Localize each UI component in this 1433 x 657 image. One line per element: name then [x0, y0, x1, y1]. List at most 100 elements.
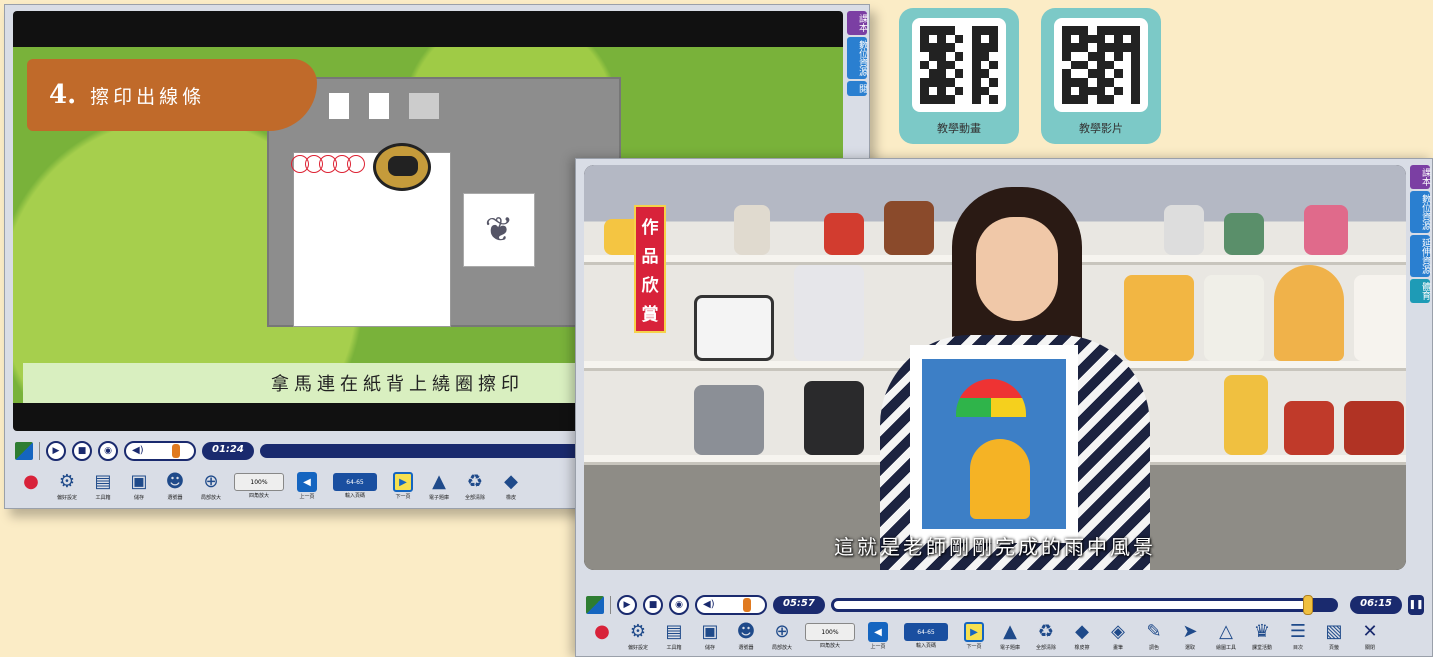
toolbar-button-prev-page[interactable]: ◀ 上一頁 [862, 621, 894, 650]
tab-digital-resources[interactable]: 數位資源 [847, 37, 867, 79]
next-page-icon: ▶ [393, 472, 413, 492]
toolbar-button-page-input[interactable]: 64-65 輸入頁碼 [327, 471, 383, 499]
toolbar-label: 電子題庫 [428, 495, 449, 501]
lesson-title-banner: 4. 擦印出線條 [27, 59, 317, 131]
current-time: 01:24 [202, 442, 254, 460]
playback-controls: ▶ ■ ◉ ◀) 05:57 06:15 ❚❚ [576, 591, 1432, 619]
record-button[interactable]: ◉ [669, 595, 689, 615]
qr-label: 教學動畫 [937, 122, 981, 135]
qr-card-video[interactable]: 教學影片 [1041, 8, 1161, 144]
toolbar-button-toolbox[interactable]: ▤ 工具箱 [658, 621, 690, 651]
pause-button[interactable]: ❚❚ [1408, 595, 1424, 615]
toolbar-button-menu[interactable]: ☰ 目次 [1282, 621, 1314, 651]
stop-button[interactable]: ■ [643, 595, 663, 615]
toolbar-button-eraser[interactable]: ◆ 橡皮擦 [1066, 621, 1098, 651]
toolbar-button-trash[interactable]: ♻ 全部清除 [459, 471, 491, 501]
toolbar-label: 關閉 [1364, 645, 1375, 651]
page-input-icon: 64-65 [904, 623, 948, 641]
qr-label: 教學影片 [1079, 122, 1123, 135]
tab-digital-resources[interactable]: 數位資源 [1410, 191, 1430, 233]
toolbar-button-gear[interactable]: ⚙ 偏好設定 [622, 621, 654, 651]
toolbar-button-apple[interactable]: ● [586, 621, 618, 644]
toolbar-button-next-page[interactable]: ▶ 下一頁 [387, 471, 419, 500]
toolbar-label: 選號器 [167, 495, 183, 501]
toolbar-button-save[interactable]: ▣ 儲存 [123, 471, 155, 501]
record-button[interactable]: ◉ [98, 441, 118, 461]
seek-bar[interactable] [830, 595, 1339, 615]
seek-thumb[interactable] [1302, 595, 1313, 615]
toolbar-label: 四角放大 [248, 493, 269, 499]
page-input-icon: 64-65 [333, 473, 377, 491]
volume-slider[interactable]: ◀) [695, 595, 767, 615]
toolbar-button-toolbox[interactable]: ▤ 工具箱 [87, 471, 119, 501]
toolbox-icon: ▤ [665, 621, 683, 642]
toolbar-button-zoom-percent[interactable]: 100% 四角放大 [802, 621, 858, 649]
toolbar-button-palette[interactable]: ✎ 調色 [1138, 621, 1170, 651]
trophy-icon: ♛ [1253, 621, 1271, 642]
cap-icon: ▲ [432, 471, 446, 492]
toolbar-button-save[interactable]: ▣ 儲存 [694, 621, 726, 651]
toolbar-button-close[interactable]: ✕ 關閉 [1354, 621, 1386, 651]
tab-reading[interactable]: 閱 [847, 81, 867, 96]
toolbar-button-zoom[interactable]: ⊕ 局部放大 [195, 471, 227, 501]
toolbar-label: 電子題庫 [999, 645, 1020, 651]
qr-card-animation[interactable]: 教學動畫 [899, 8, 1019, 144]
toolbar-button-people[interactable]: ☻ 選號器 [159, 471, 191, 501]
toolbar-label: 偏好設定 [56, 495, 77, 501]
toolbar-label: 下一頁 [966, 644, 982, 650]
toolbar-button-pen[interactable]: ◈ 畫筆 [1102, 621, 1134, 651]
toolbar-button-page-input[interactable]: 64-65 輸入頁碼 [898, 621, 954, 649]
toolbar-button-cursor[interactable]: ➤ 選取 [1174, 621, 1206, 651]
toolbar-button-prev-page[interactable]: ◀ 上一頁 [291, 471, 323, 500]
side-tab-strip: 課本 數位資源 閱 [847, 11, 867, 96]
eraser-icon: ◆ [504, 471, 518, 492]
menu-icon: ☰ [1289, 621, 1307, 642]
total-time: 06:15 [1350, 596, 1402, 614]
trash-icon: ♻ [1037, 621, 1055, 642]
stop-button[interactable]: ■ [72, 441, 92, 461]
logo-icon [15, 442, 33, 460]
toolbar-label: 儲存 [133, 495, 144, 501]
speaker-icon: ◀) [703, 599, 715, 610]
toolbar-button-people[interactable]: ☻ 選號器 [730, 621, 762, 651]
toolbar-label: 繪圖工具 [1215, 645, 1236, 651]
toolbar-button-gear[interactable]: ⚙ 偏好設定 [51, 471, 83, 501]
volume-slider[interactable]: ◀) [124, 441, 196, 461]
toolbar-button-zoom[interactable]: ⊕ 局部放大 [766, 621, 798, 651]
tab-extended-resources[interactable]: 延伸資源 [1410, 235, 1430, 277]
toolbar-button-zoom-percent[interactable]: 100% 四角放大 [231, 471, 287, 499]
prev-page-icon: ◀ [868, 622, 888, 642]
tab-textbook[interactable]: 課本 [1410, 165, 1430, 189]
apple-icon: ● [594, 621, 610, 642]
people-icon: ☻ [736, 621, 756, 642]
current-time: 05:57 [773, 596, 825, 614]
tab-physical[interactable]: 體育 [1410, 279, 1430, 303]
cap-icon: ▲ [1003, 621, 1017, 642]
save-icon: ▣ [701, 621, 719, 642]
people-icon: ☻ [165, 471, 185, 492]
toolbar-button-trash[interactable]: ♻ 全部清除 [1030, 621, 1062, 651]
next-page-icon: ▶ [964, 622, 984, 642]
toolbar-label: 偏好設定 [627, 645, 648, 651]
toolbar-label: 局部放大 [771, 645, 792, 651]
play-button[interactable]: ▶ [617, 595, 637, 615]
toolbar-label: 選號器 [738, 645, 754, 651]
toolbar-button-cap[interactable]: ▲ 電子題庫 [423, 471, 455, 501]
toolbar-button-cap[interactable]: ▲ 電子題庫 [994, 621, 1026, 651]
toolbar-button-trophy[interactable]: ♛ 課堂活動 [1246, 621, 1278, 651]
play-button[interactable]: ▶ [46, 441, 66, 461]
toolbar-label: 全部清除 [464, 495, 485, 501]
toolbar-button-eraser[interactable]: ◆ 橡皮 [495, 471, 527, 501]
book-icon: ▧ [1325, 621, 1343, 642]
toolbar-button-compass[interactable]: △ 繪圖工具 [1210, 621, 1242, 651]
toolbar-button-next-page[interactable]: ▶ 下一頁 [958, 621, 990, 650]
toolbar-button-apple[interactable]: ● [15, 471, 47, 494]
toolbar-label: 畫筆 [1112, 645, 1123, 651]
qr-code-icon [1054, 18, 1148, 112]
toolbar-button-book[interactable]: ▧ 頁籤 [1318, 621, 1350, 651]
video-screen[interactable]: 作 品 欣 賞 這就是老師剛剛完成的雨中風景 [584, 165, 1406, 570]
tab-textbook[interactable]: 課本 [847, 11, 867, 35]
lesson-number: 4. [49, 80, 77, 110]
toolbar-label: 輸入頁碼 [344, 493, 365, 499]
toolbar-label: 儲存 [704, 645, 715, 651]
